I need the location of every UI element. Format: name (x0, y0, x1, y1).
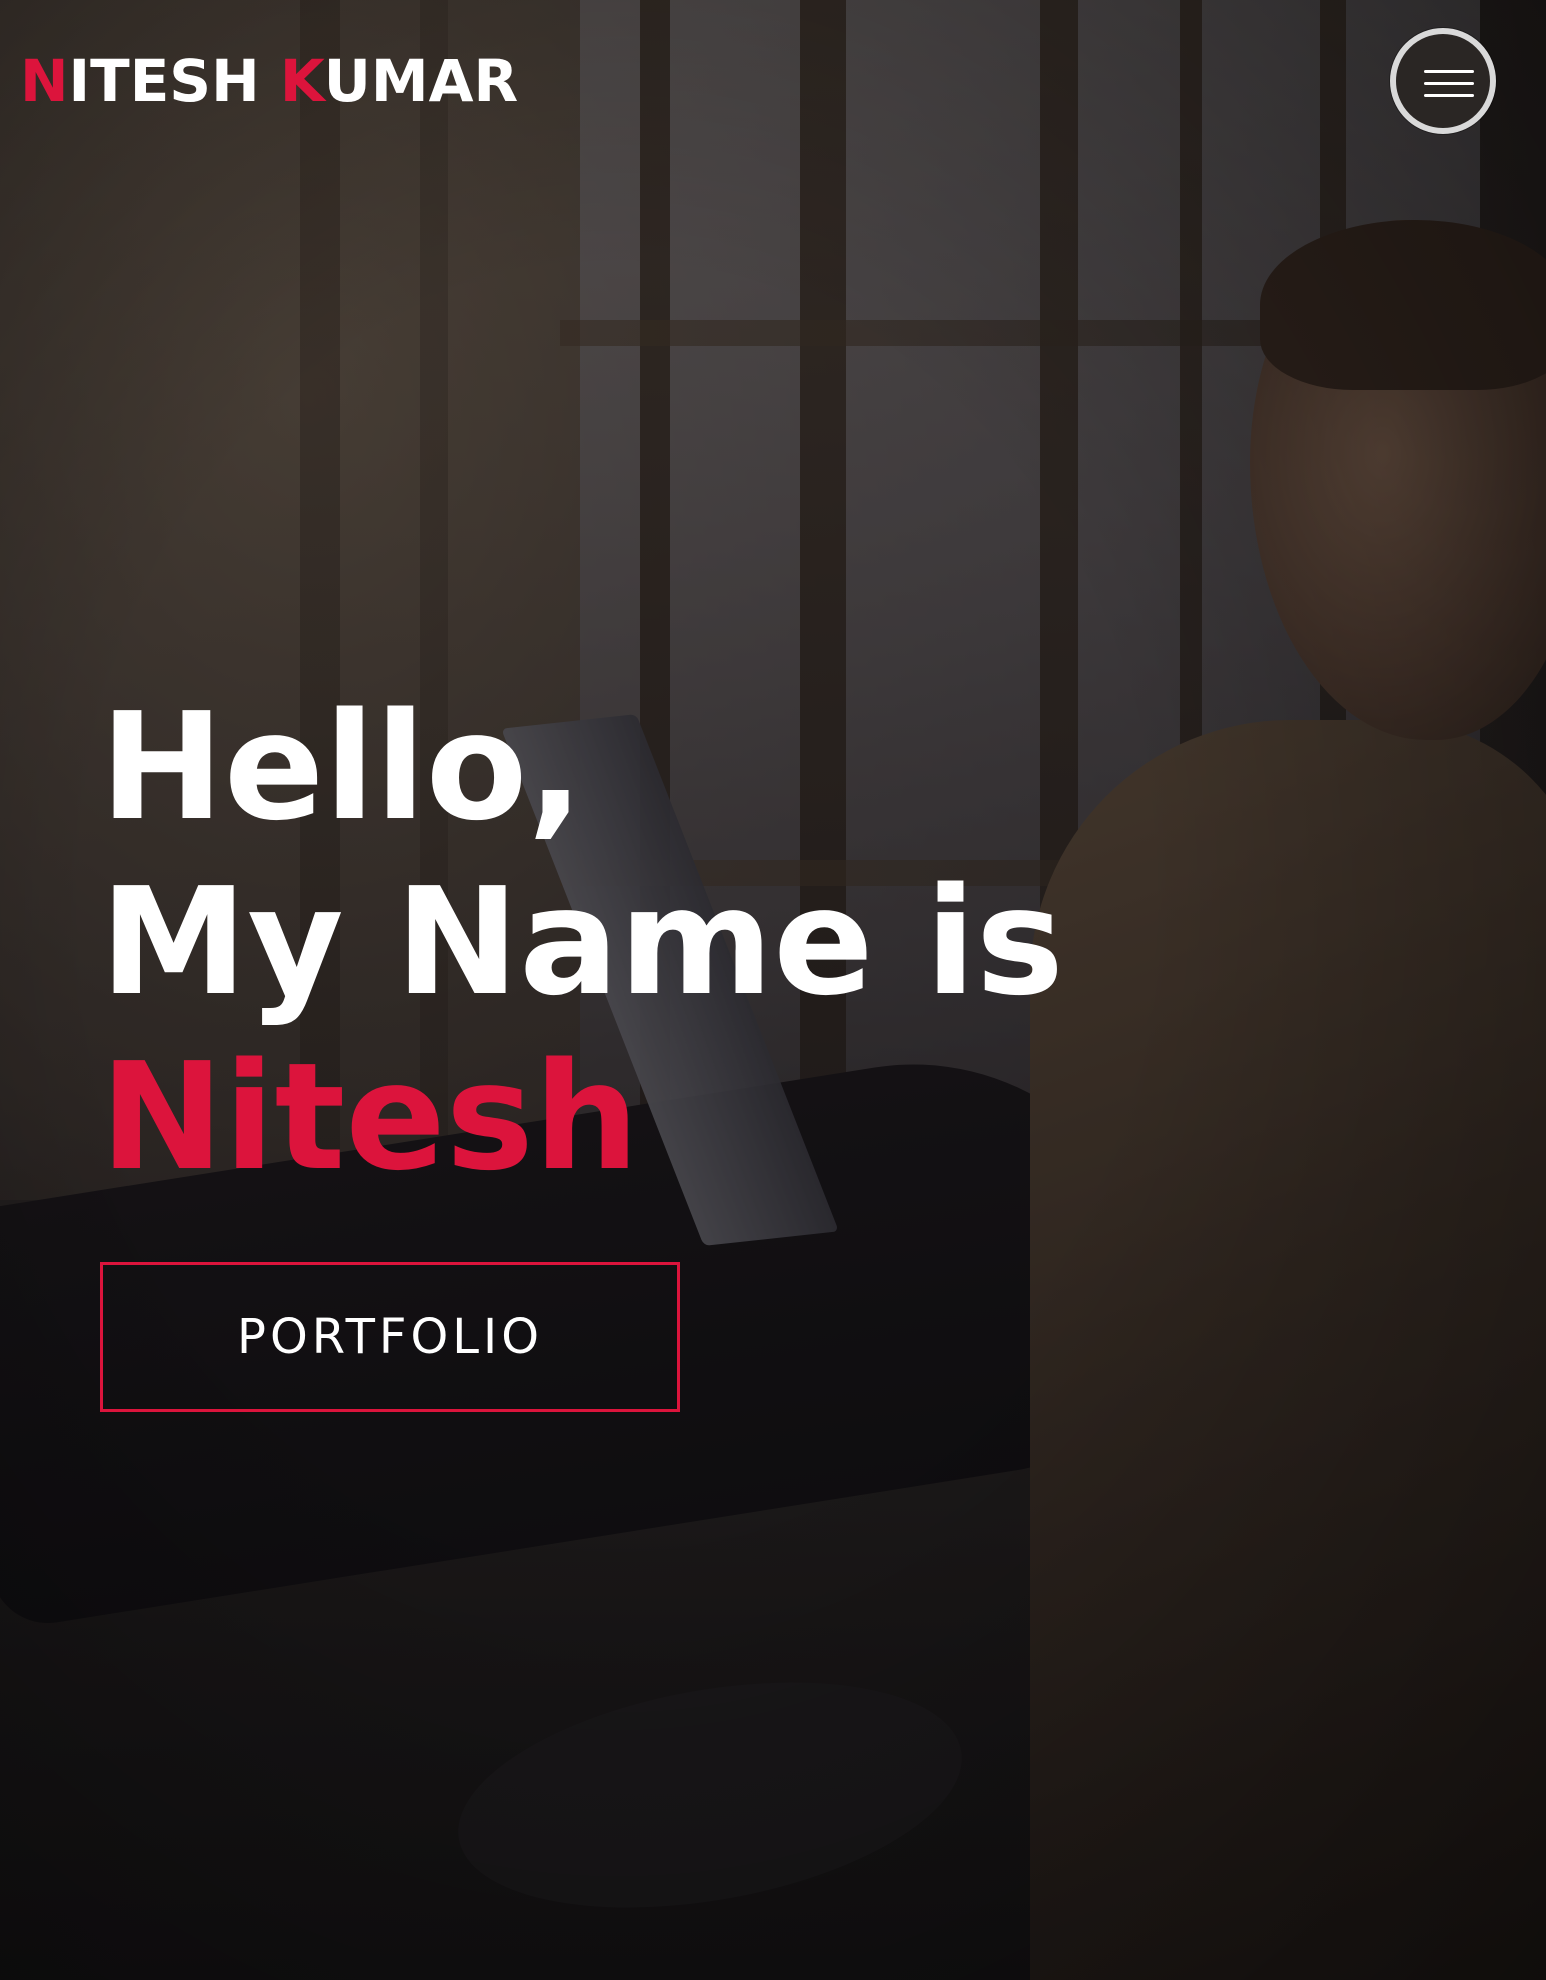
hamburger-menu-icon (1424, 70, 1474, 73)
hero-heading: Hello, My Name is Nitesh (100, 680, 1064, 1205)
menu-toggle-button[interactable] (1390, 28, 1496, 134)
hero-section: NITESH KUMAR Hello, My Name is Nitesh PO… (0, 0, 1546, 1980)
portfolio-button[interactable]: PORTFOLIO (100, 1262, 680, 1412)
hero-greeting: Hello, (100, 681, 584, 853)
hero-name: Nitesh (100, 1031, 640, 1203)
logo-initial-last: K (279, 47, 324, 115)
logo-first-rest: ITESH (68, 47, 260, 115)
hero-intro: My Name is (100, 856, 1064, 1028)
site-logo[interactable]: NITESH KUMAR (20, 46, 518, 116)
logo-initial-first: N (20, 47, 69, 115)
logo-last-rest: UMAR (323, 47, 519, 115)
site-header: NITESH KUMAR (0, 0, 1546, 165)
